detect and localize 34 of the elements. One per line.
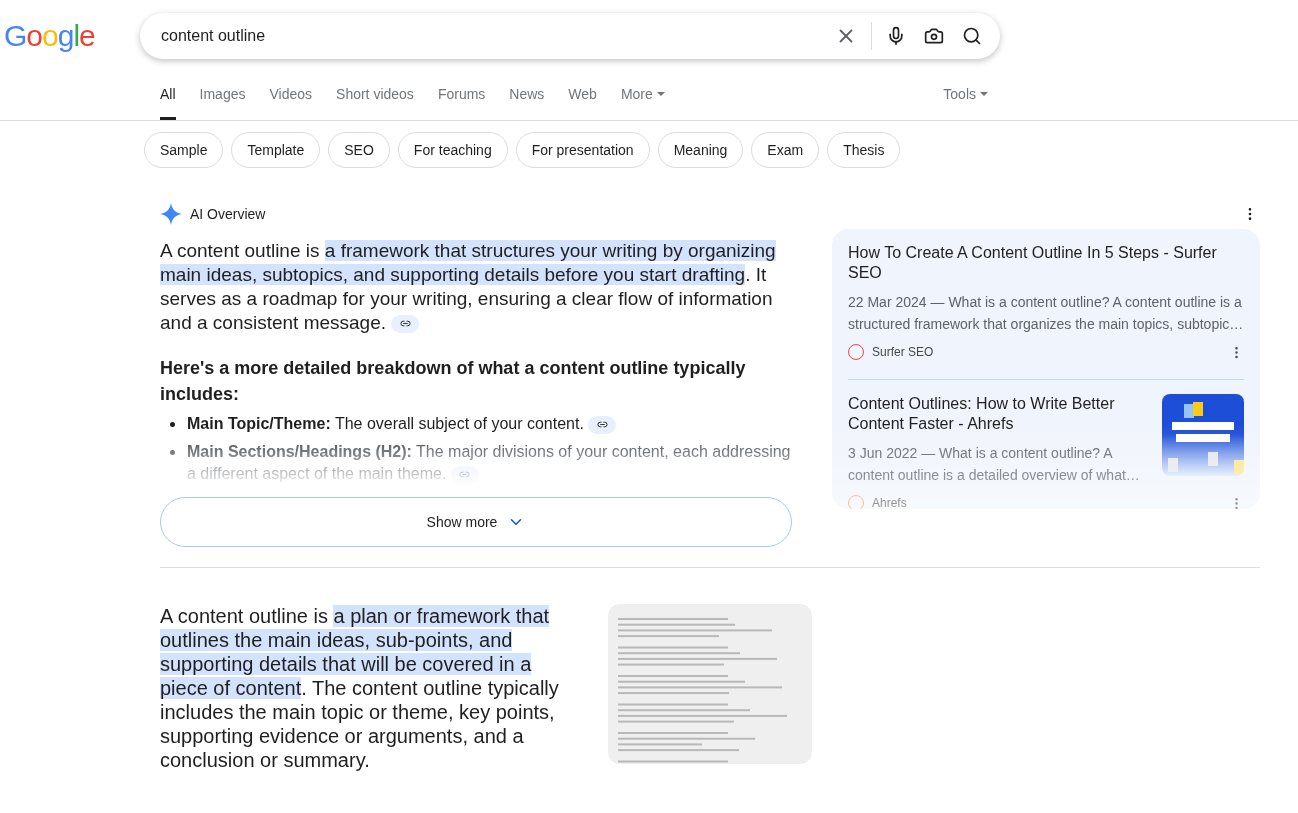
- search-tab[interactable]: All: [160, 71, 176, 120]
- search-tab[interactable]: Short videos: [336, 71, 414, 120]
- search-tab[interactable]: Web: [568, 71, 597, 120]
- source-name: Surfer SEO: [872, 344, 934, 361]
- bullet-icon: [170, 450, 175, 455]
- source-name: Ahrefs: [872, 495, 907, 509]
- caret-icon: [980, 92, 988, 96]
- microphone-icon[interactable]: [886, 26, 906, 46]
- breakdown-heading: Here's a more detailed breakdown of what a content outline typically includes:: [160, 357, 747, 406]
- caret-icon: [656, 92, 665, 96]
- source-snippet: 3 Jun 2022 — What is a content outline? A content outline is a detailed overview of what…: [848, 444, 1141, 485]
- link-icon[interactable]: [588, 415, 617, 434]
- search-field[interactable]: content outline: [161, 24, 835, 48]
- bullet-text: Main Sections/Headings (H2): The major divisions of your content, each addressing a different aspect of the main theme.: [187, 442, 792, 485]
- source-title[interactable]: Content Outlines: How to Write Better Content Faster - Ahrefs: [848, 394, 1146, 434]
- ai-overview-title: AI Overview: [190, 204, 266, 224]
- search-tab[interactable]: Images: [199, 71, 246, 120]
- search-icon[interactable]: [962, 26, 982, 46]
- tools-menu[interactable]: Tools: [943, 71, 988, 120]
- show-more-button[interactable]: Show more: [160, 497, 792, 547]
- search-tab[interactable]: News: [509, 71, 545, 120]
- search-tab[interactable]: Videos: [269, 71, 313, 120]
- source-title[interactable]: How To Create A Content Outline In 5 Steps - Surfer SEO: [848, 243, 1244, 283]
- overview-paragraph: A content outline is a framework that structures your writing by organizing main ideas, subtopics, and supporting details before you start drafting. It serves as a roadmap for your writing, ensuring a clear flow of information and a consistent message.: [160, 239, 777, 335]
- bullet-text: Main Topic/Theme: The overall subject of your content.: [187, 413, 617, 435]
- link-icon[interactable]: [391, 315, 420, 333]
- google-logo[interactable]: Google: [0, 21, 140, 51]
- search-tab[interactable]: Forums: [437, 71, 486, 120]
- more-menu[interactable]: More: [620, 71, 665, 120]
- source-snippet: 22 Mar 2024 — What is a content outline? A content outline is a structured framework that organizes the main topics, subtopic…: [848, 293, 1244, 334]
- camera-icon[interactable]: [924, 26, 944, 46]
- sparkle-icon: [160, 203, 182, 225]
- bullet-icon: [170, 422, 175, 427]
- result-paragraph: A content outline is a plan or framework that outlines the main ideas, sub-points, and supporting details that will be covered in a piece of content. The content outline typically includes the main topic or theme, key points, supporting evidence or arguments, and a conclusion or summary.: [160, 604, 560, 772]
